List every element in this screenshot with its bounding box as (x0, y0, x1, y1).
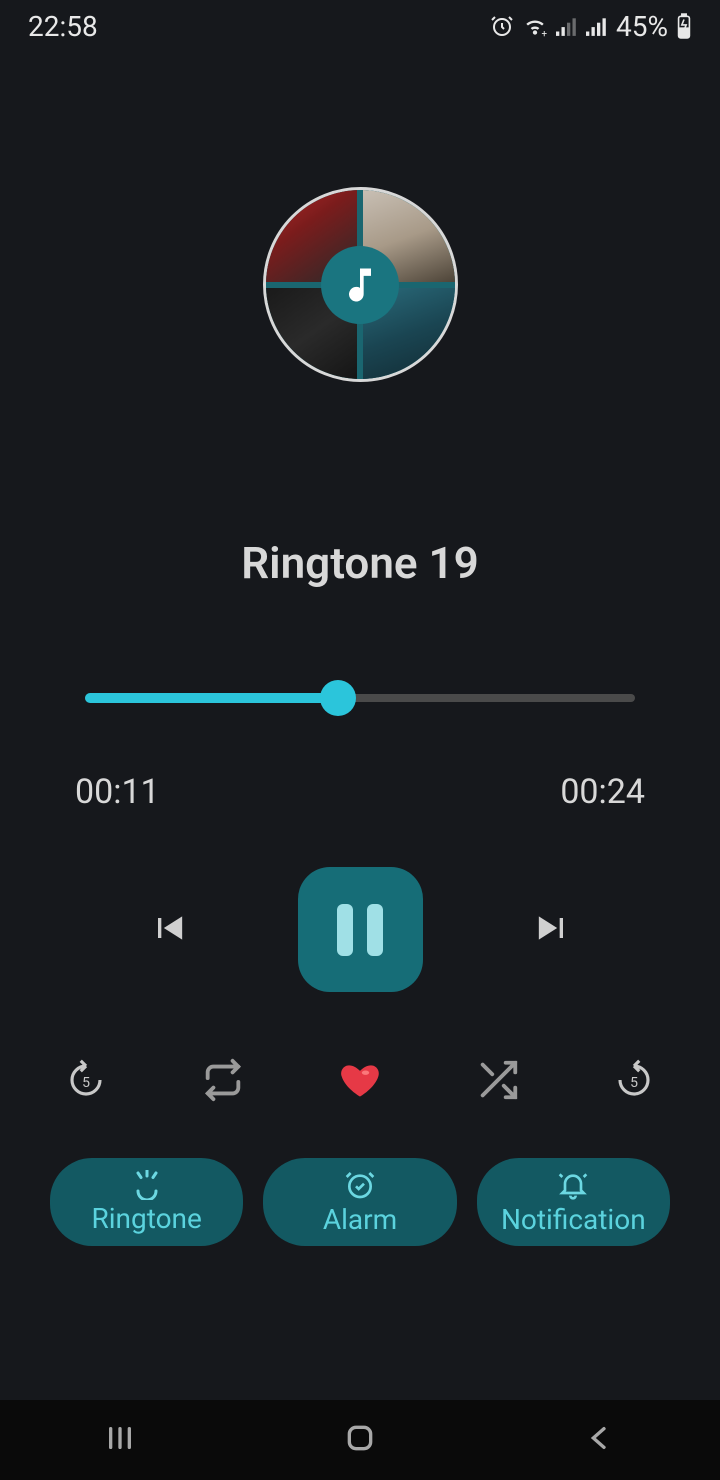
shuffle-button[interactable] (475, 1057, 521, 1103)
time-elapsed: 00:11 (75, 772, 160, 812)
alarm-label: Alarm (323, 1203, 397, 1236)
back-button[interactable] (584, 1422, 616, 1458)
battery-icon (676, 13, 692, 39)
track-title: Ringtone 19 (0, 537, 720, 589)
music-note-icon (321, 246, 399, 324)
wifi-icon: + (522, 15, 548, 37)
seek-slider[interactable] (85, 684, 635, 712)
repeat-button[interactable] (200, 1057, 246, 1103)
ringtone-label: Ringtone (91, 1202, 201, 1235)
svg-text:5: 5 (82, 1075, 90, 1091)
notification-label: Notification (501, 1203, 646, 1236)
next-button[interactable] (533, 908, 573, 952)
signal-icon-1 (556, 16, 578, 36)
nav-bar (0, 1400, 720, 1480)
svg-text:+: + (542, 29, 548, 37)
recents-button[interactable] (104, 1422, 136, 1458)
status-bar: 22:58 + 45% (0, 0, 720, 52)
set-notification-button[interactable]: Notification (477, 1158, 670, 1246)
home-button[interactable] (344, 1422, 376, 1458)
forward-5-button[interactable]: 5 (613, 1059, 655, 1101)
set-ringtone-button[interactable]: Ringtone (50, 1158, 243, 1246)
pause-button[interactable] (298, 867, 423, 992)
notification-icon (556, 1169, 590, 1201)
alarm-icon (490, 14, 514, 38)
time-duration: 00:24 (560, 772, 645, 812)
status-time: 22:58 (28, 10, 98, 43)
album-art (263, 187, 458, 382)
favorite-button[interactable] (338, 1058, 382, 1102)
set-alarm-button[interactable]: Alarm (263, 1158, 456, 1246)
status-right: + 45% (490, 10, 692, 43)
signal-icon-2 (586, 16, 608, 36)
battery-text: 45% (616, 10, 668, 43)
rewind-5-button[interactable]: 5 (65, 1059, 107, 1101)
ringtone-icon (129, 1170, 165, 1200)
svg-text:5: 5 (630, 1075, 638, 1091)
previous-button[interactable] (148, 908, 188, 952)
alarm-set-icon (343, 1169, 377, 1201)
